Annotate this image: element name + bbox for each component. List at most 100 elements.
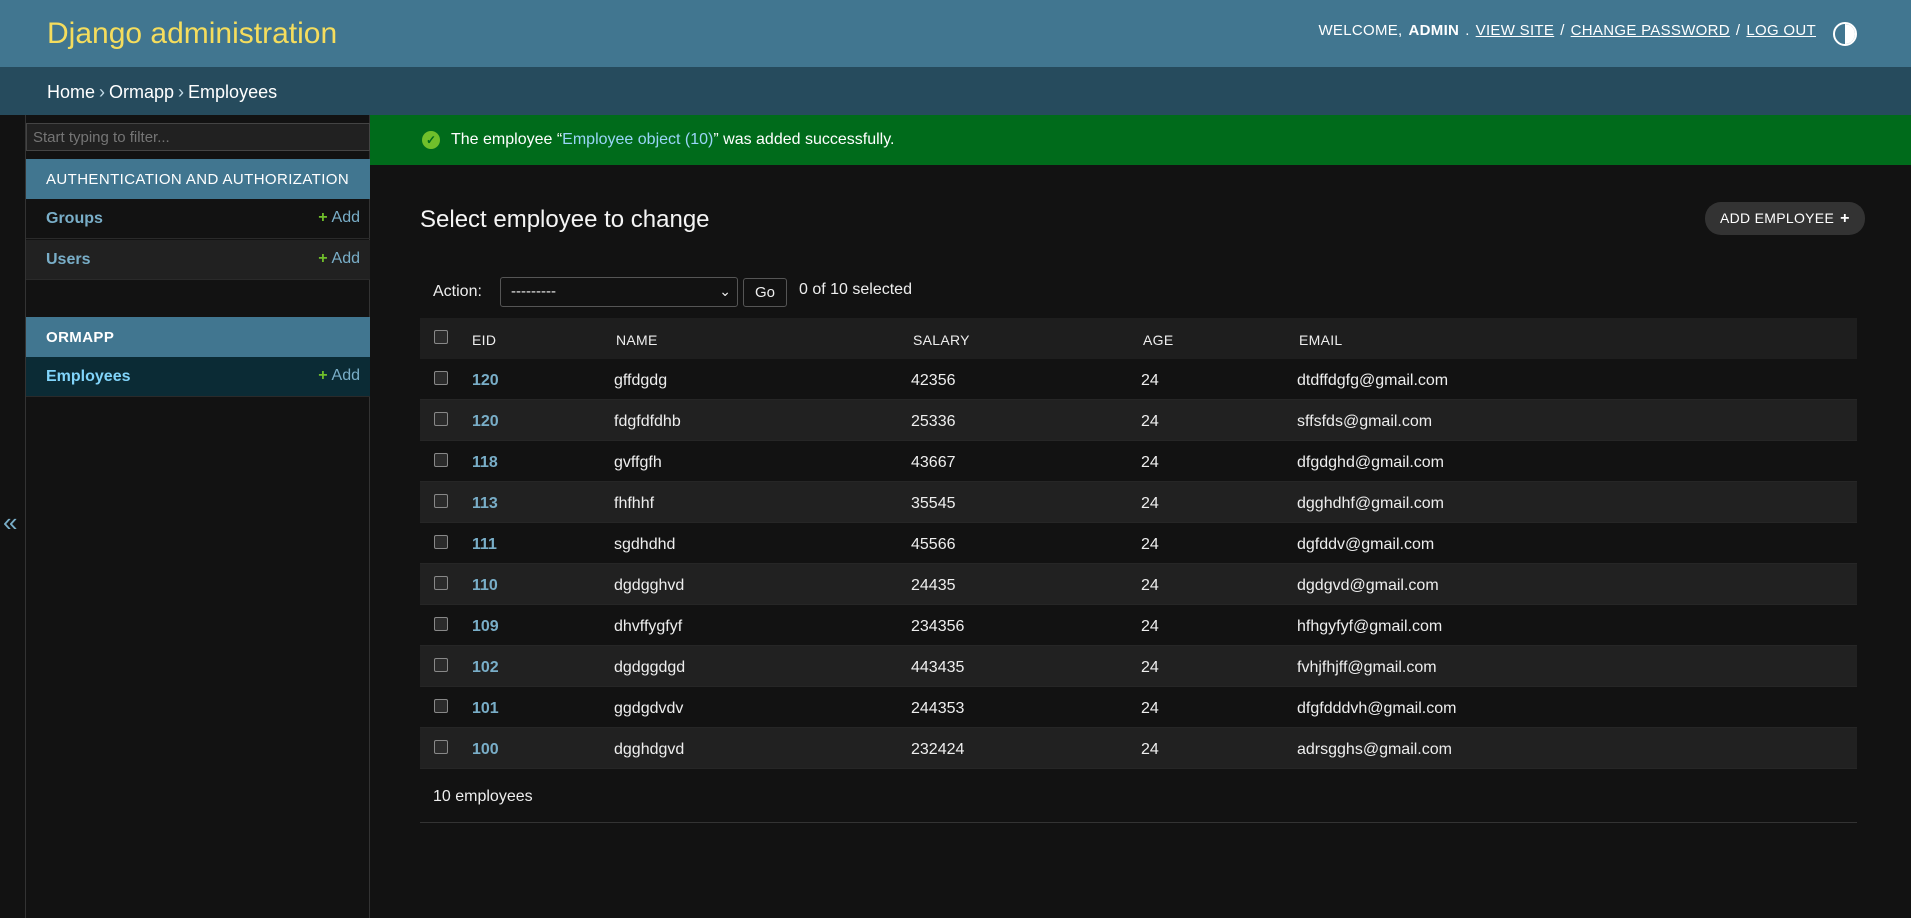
salary-cell: 443435 bbox=[911, 659, 965, 676]
age-cell: 24 bbox=[1141, 577, 1159, 594]
breadcrumb-separator: › bbox=[178, 82, 185, 102]
collapse-sidebar-icon[interactable]: « bbox=[3, 507, 17, 538]
sidebar-item-label[interactable]: Employees bbox=[46, 368, 130, 385]
eid-link[interactable]: 118 bbox=[472, 454, 498, 472]
table-row: 102 dgdggdgd 443435 24 fvhjfhjff@gmail.com bbox=[420, 646, 1857, 687]
eid-link[interactable]: 120 bbox=[472, 372, 499, 390]
row-checkbox[interactable] bbox=[434, 371, 448, 385]
eid-link[interactable]: 111 bbox=[472, 536, 497, 554]
age-cell: 24 bbox=[1141, 536, 1159, 553]
sidebar-item-label[interactable]: Groups bbox=[46, 210, 103, 227]
breadcrumb-home[interactable]: Home bbox=[47, 82, 95, 102]
success-message: The employee “Employee object (10)” was … bbox=[370, 115, 1911, 165]
age-cell: 24 bbox=[1141, 372, 1159, 389]
salary-cell: 232424 bbox=[911, 741, 965, 758]
row-checkbox[interactable] bbox=[434, 699, 448, 713]
row-checkbox[interactable] bbox=[434, 494, 448, 508]
row-checkbox[interactable] bbox=[434, 658, 448, 672]
name-cell: dgdgghvd bbox=[614, 577, 685, 594]
name-cell: ggdgdvdv bbox=[614, 700, 684, 717]
salary-cell: 42356 bbox=[911, 372, 956, 389]
add-link[interactable]: + Add bbox=[318, 209, 360, 227]
add-employee-button[interactable]: ADD EMPLOYEE + bbox=[1705, 202, 1865, 235]
sidebar-item-users[interactable]: Users + Add bbox=[26, 240, 370, 280]
eid-link[interactable]: 120 bbox=[472, 413, 499, 431]
email-cell: dtdffdgfg@gmail.com bbox=[1297, 372, 1449, 389]
row-checkbox[interactable] bbox=[434, 740, 448, 754]
age-cell: 24 bbox=[1141, 454, 1159, 471]
select-all-checkbox[interactable] bbox=[434, 330, 448, 344]
age-cell: 24 bbox=[1141, 659, 1159, 676]
eid-link[interactable]: 110 bbox=[472, 577, 498, 595]
name-cell: dgdggdgd bbox=[614, 659, 686, 676]
table-row: 109 dhvffygfyf 234356 24 hfhgyfyf@gmail.com bbox=[420, 605, 1857, 646]
eid-link[interactable]: 102 bbox=[472, 659, 499, 677]
selection-counter: 0 of 10 selected bbox=[799, 281, 912, 298]
table-row: 101 ggdgdvdv 244353 24 dfgfdddvh@gmail.com bbox=[420, 687, 1857, 728]
add-link[interactable]: + Add bbox=[318, 367, 360, 385]
eid-link[interactable]: 113 bbox=[472, 495, 498, 513]
table-row: 110 dgdgghvd 24435 24 dgdgvd@gmail.com bbox=[420, 564, 1857, 605]
plus-icon: + bbox=[318, 209, 328, 226]
separator: / bbox=[1735, 22, 1741, 39]
age-cell: 24 bbox=[1141, 700, 1159, 717]
check-circle-icon: ✓ bbox=[422, 131, 440, 149]
sidebar-item-employees[interactable]: Employees + Add bbox=[26, 357, 370, 397]
chevron-down-icon: ⌄ bbox=[719, 283, 731, 299]
column-header-eid[interactable]: EID bbox=[472, 332, 496, 348]
row-checkbox[interactable] bbox=[434, 535, 448, 549]
eid-link[interactable]: 101 bbox=[472, 700, 499, 718]
go-button[interactable]: Go bbox=[743, 278, 787, 307]
object-link[interactable]: Employee object (10) bbox=[562, 131, 713, 148]
paginator-divider bbox=[420, 822, 1857, 823]
salary-cell: 24435 bbox=[911, 577, 956, 594]
email-cell: adrsgghs@gmail.com bbox=[1297, 741, 1452, 758]
app-caption-auth[interactable]: AUTHENTICATION AND AUTHORIZATION bbox=[26, 159, 370, 199]
view-site-link[interactable]: VIEW SITE bbox=[1476, 22, 1555, 39]
table-row: 111 sgdhdhd 45566 24 dgfddv@gmail.com bbox=[420, 523, 1857, 564]
row-checkbox[interactable] bbox=[434, 412, 448, 426]
user-tools: WELCOME, ADMIN. VIEW SITE / CHANGE PASSW… bbox=[1318, 22, 1816, 39]
sidebar-item-label[interactable]: Users bbox=[46, 251, 90, 268]
email-cell: dgfddv@gmail.com bbox=[1297, 536, 1435, 553]
paginator: 10 employees bbox=[433, 788, 533, 805]
column-header-email[interactable]: EMAIL bbox=[1299, 332, 1343, 348]
name-cell: gffdgdg bbox=[614, 372, 668, 389]
name-cell: fdgfdfdhb bbox=[614, 413, 681, 430]
page-title: Select employee to change bbox=[420, 206, 710, 233]
table-row: 120 gffdgdg 42356 24 dtdffdgfg@gmail.com bbox=[420, 359, 1857, 400]
nav-filter-input[interactable] bbox=[26, 123, 370, 151]
name-cell: gvffgfh bbox=[614, 454, 662, 471]
breadcrumb: Home › Ormapp › Employees bbox=[0, 67, 1911, 115]
breadcrumb-separator: › bbox=[99, 82, 106, 102]
row-checkbox[interactable] bbox=[434, 576, 448, 590]
theme-toggle-icon[interactable] bbox=[1833, 22, 1857, 46]
sidebar-item-groups[interactable]: Groups + Add bbox=[26, 199, 370, 239]
breadcrumb-app[interactable]: Ormapp bbox=[109, 82, 174, 102]
column-header-age[interactable]: AGE bbox=[1143, 332, 1173, 348]
column-header-salary[interactable]: SALARY bbox=[913, 332, 970, 348]
email-cell: dfgfdddvh@gmail.com bbox=[1297, 700, 1457, 717]
plus-icon: + bbox=[318, 367, 328, 384]
name-cell: dhvffygfyf bbox=[614, 618, 683, 635]
plus-icon: + bbox=[1840, 210, 1850, 227]
change-password-link[interactable]: CHANGE PASSWORD bbox=[1571, 22, 1730, 39]
app-caption-ormapp[interactable]: ORMAPP bbox=[26, 317, 370, 357]
table-row: 120 fdgfdfdhb 25336 24 sffsfds@gmail.com bbox=[420, 400, 1857, 441]
salary-cell: 35545 bbox=[911, 495, 956, 512]
action-select[interactable]: --------- ⌄ bbox=[500, 277, 738, 307]
results-table: EID NAME SALARY AGE EMAIL 120 gffdgdg 4235… bbox=[420, 318, 1857, 769]
row-checkbox[interactable] bbox=[434, 617, 448, 631]
add-link[interactable]: + Add bbox=[318, 250, 360, 268]
table-row: 100 dgghdgvd 232424 24 adrsgghs@gmail.com bbox=[420, 728, 1857, 769]
site-name[interactable]: Django administration bbox=[47, 17, 337, 51]
email-cell: sffsfds@gmail.com bbox=[1297, 413, 1433, 430]
log-out-link[interactable]: LOG OUT bbox=[1746, 22, 1816, 39]
column-header-name[interactable]: NAME bbox=[616, 332, 658, 348]
separator: / bbox=[1560, 22, 1565, 39]
row-checkbox[interactable] bbox=[434, 453, 448, 467]
eid-link[interactable]: 109 bbox=[472, 618, 499, 636]
eid-link[interactable]: 100 bbox=[472, 741, 499, 759]
action-label: Action: bbox=[433, 283, 482, 300]
header: Django administration WELCOME, ADMIN. VI… bbox=[0, 0, 1911, 67]
